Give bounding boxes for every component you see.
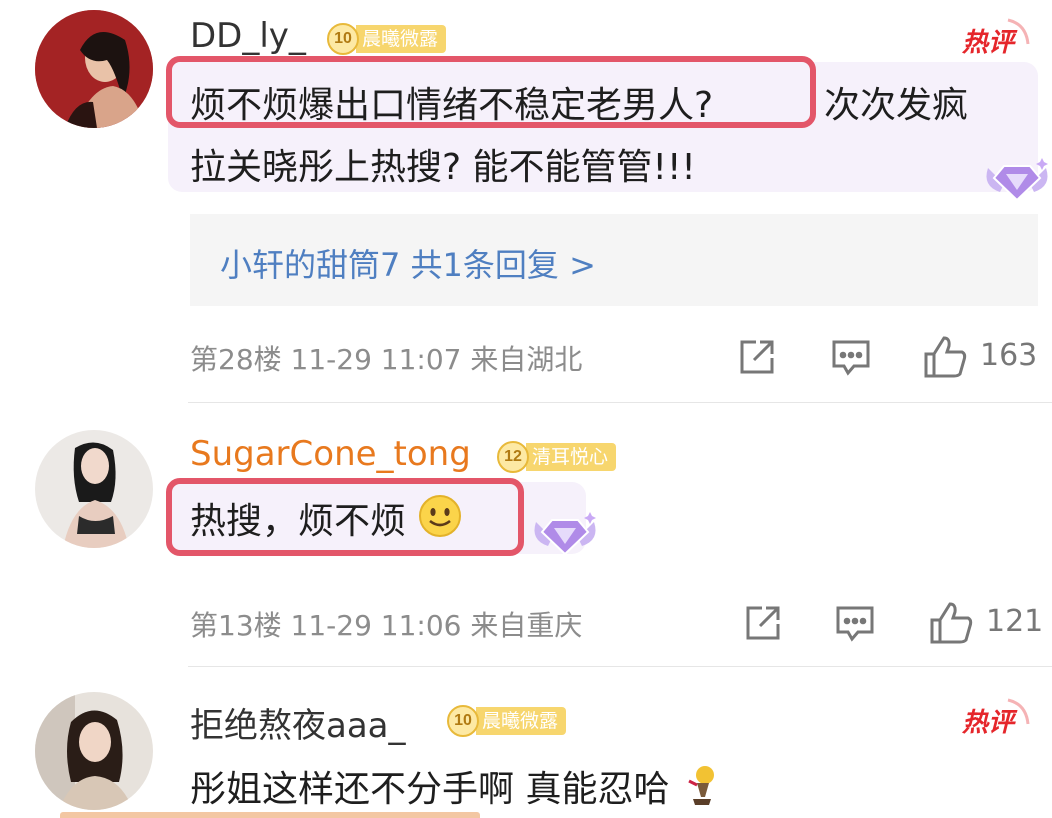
badge-title: 清耳悦心 bbox=[526, 443, 617, 471]
like-count: 163 bbox=[980, 338, 1038, 373]
avatar[interactable] bbox=[35, 430, 153, 548]
avatar[interactable] bbox=[35, 10, 153, 128]
divider bbox=[188, 666, 1052, 667]
diamond-badge-icon bbox=[530, 506, 600, 562]
hot-comment-label: 热评 bbox=[962, 28, 1015, 58]
comment-item: 拒绝熬夜aaa_ 10 晨曦微露 热评 彤姐这样还不分手啊 真能忍哈 bbox=[0, 668, 1052, 818]
user-level-badge[interactable]: 12 清耳悦心 bbox=[496, 440, 617, 474]
level-shield-icon: 10 bbox=[326, 22, 360, 56]
reply-summary-link[interactable]: 小轩的甜筒7 共1条回复 > bbox=[220, 240, 596, 286]
comment-item: SugarCone_tong 12 清耳悦心 热搜，烦不烦 第13楼 11-29… bbox=[0, 404, 1052, 667]
avatar[interactable] bbox=[35, 692, 153, 810]
thumbs-up-icon[interactable] bbox=[922, 334, 968, 380]
trophy-emoji-icon bbox=[681, 763, 721, 807]
username[interactable]: SugarCone_tong bbox=[190, 434, 471, 474]
user-level-badge[interactable]: 10 晨曦微露 bbox=[326, 22, 447, 56]
diamond-badge-icon bbox=[982, 152, 1052, 208]
highlight-box bbox=[166, 56, 816, 128]
highlight-box bbox=[166, 478, 524, 556]
divider bbox=[188, 402, 1052, 403]
comment-icon[interactable] bbox=[830, 336, 872, 378]
user-level-badge[interactable]: 10 晨曦微露 bbox=[446, 704, 567, 738]
comment-icon[interactable] bbox=[834, 602, 876, 644]
floor-meta: 第28楼 11-29 11:07 来自湖北 bbox=[190, 343, 583, 376]
hot-comment-badge: 热评 bbox=[960, 18, 1030, 64]
reply-summary[interactable]: 小轩的甜筒7 共1条回复 > bbox=[190, 214, 1038, 306]
level-shield-icon: 12 bbox=[496, 440, 530, 474]
share-icon[interactable] bbox=[742, 602, 784, 644]
hot-comment-badge: 热评 bbox=[960, 698, 1030, 744]
level-shield-icon: 10 bbox=[446, 704, 480, 738]
share-icon[interactable] bbox=[736, 336, 778, 378]
comment-text-line2: 拉关晓彤上热搜? 能不能管管!!! bbox=[190, 147, 696, 188]
username[interactable]: DD_ly_ bbox=[190, 16, 306, 56]
thumbs-up-icon[interactable] bbox=[928, 600, 974, 646]
badge-title: 晨曦微露 bbox=[476, 707, 567, 735]
comment-text: 彤姐这样还不分手啊 真能忍哈 bbox=[190, 760, 721, 812]
comment-item: DD_ly_ 10 晨曦微露 热评 烦不烦爆出口情绪不稳定老男人? 次次发疯 拉… bbox=[0, 0, 1052, 403]
bottom-edge-strip bbox=[60, 812, 480, 818]
like-count: 121 bbox=[986, 604, 1044, 639]
badge-title: 晨曦微露 bbox=[356, 25, 447, 53]
username[interactable]: 拒绝熬夜aaa_ bbox=[190, 698, 406, 747]
comment-text-rest: 次次发疯 bbox=[824, 85, 969, 126]
hot-comment-label: 热评 bbox=[962, 708, 1015, 738]
floor-meta: 第13楼 11-29 11:06 来自重庆 bbox=[190, 609, 583, 642]
